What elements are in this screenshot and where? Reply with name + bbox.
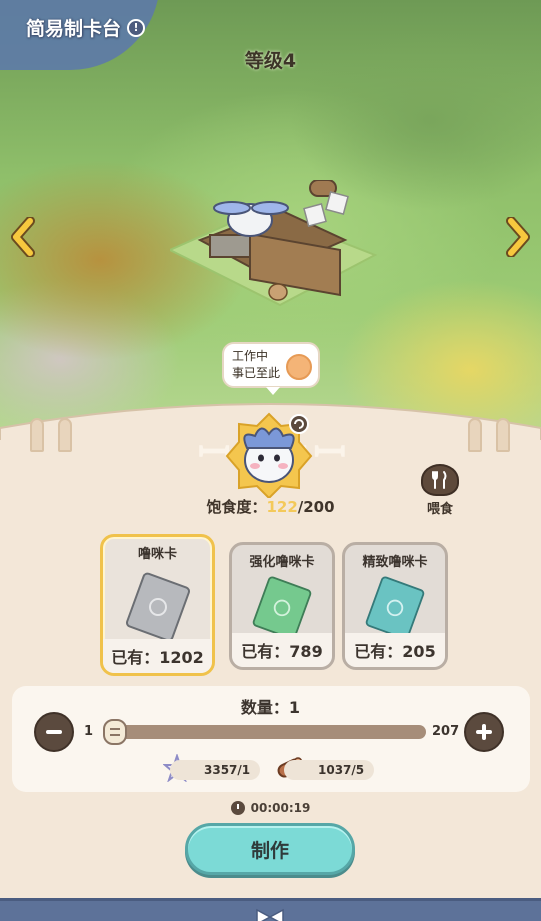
clock-icon: [230, 801, 245, 815]
page-title: 简易制卡台: [26, 18, 122, 40]
gray-card-icon: [125, 572, 190, 641]
make-button[interactable]: 制作: [185, 823, 355, 875]
card-name: 噜咪卡: [137, 546, 177, 562]
quantity-max: 207: [432, 724, 460, 739]
info-icon[interactable]: !: [127, 18, 146, 37]
grip-icon: [110, 728, 120, 736]
card-option-enhanced[interactable]: 强化噜咪卡 已有：789: [229, 542, 335, 670]
craft-timer: 00:00:19: [0, 801, 541, 815]
decrease-button[interactable]: [34, 712, 74, 752]
card-name: 精致噜咪卡: [362, 554, 428, 570]
title-bar: 简易制卡台 !: [26, 14, 146, 41]
status-bubble: 工作中 事已至此: [222, 342, 320, 395]
card-owned: 已有：205: [345, 633, 445, 667]
sad-face-icon: [286, 354, 312, 380]
teal-card-icon: [365, 576, 425, 639]
fork-knife-icon: [421, 464, 459, 496]
feed-label: 喂食: [426, 502, 453, 517]
increase-button[interactable]: [464, 712, 504, 752]
satiety-current: 122: [266, 498, 298, 516]
plus-icon: [476, 724, 492, 740]
green-card-icon: [252, 576, 312, 639]
timer-value: 00:00:19: [250, 801, 311, 815]
quantity-title: 数量：1: [240, 698, 301, 717]
fence-post: [468, 418, 482, 452]
quantity-slider[interactable]: [104, 725, 426, 739]
pet-avatar[interactable]: [225, 412, 313, 498]
slider-handle[interactable]: [103, 719, 127, 745]
quantity-min: 1: [84, 724, 94, 739]
prev-arrow-icon[interactable]: [8, 215, 38, 259]
level-label: 等级4: [244, 50, 297, 72]
satiety-prefix: 饱食度：: [206, 498, 267, 516]
resource-star-count: 3357/1: [170, 760, 260, 780]
next-arrow-icon[interactable]: [503, 215, 533, 259]
satiety-max: /200: [297, 498, 335, 516]
workshop-scene: 简易制卡台 ! 等级4 工作中 事已至此: [0, 0, 541, 440]
workbench-island[interactable]: [170, 180, 380, 320]
resource-wood-count: 1037/5: [284, 760, 374, 780]
card-option-refined[interactable]: 精致噜咪卡 已有：205: [342, 542, 448, 670]
fence-post: [30, 418, 44, 452]
card-option-basic[interactable]: 噜咪卡 已有：1202: [100, 534, 215, 676]
card-name: 强化噜咪卡: [249, 554, 315, 570]
bow-icon: [256, 908, 284, 921]
card-owned: 已有：1202: [103, 639, 212, 673]
fence-post: [496, 418, 510, 452]
fence-post: [58, 418, 72, 452]
feed-button[interactable]: 喂食: [418, 464, 462, 518]
card-owned: 已有：789: [232, 633, 332, 667]
minus-icon: [46, 730, 62, 734]
satiety-label: 饱食度：122/200: [200, 496, 341, 517]
